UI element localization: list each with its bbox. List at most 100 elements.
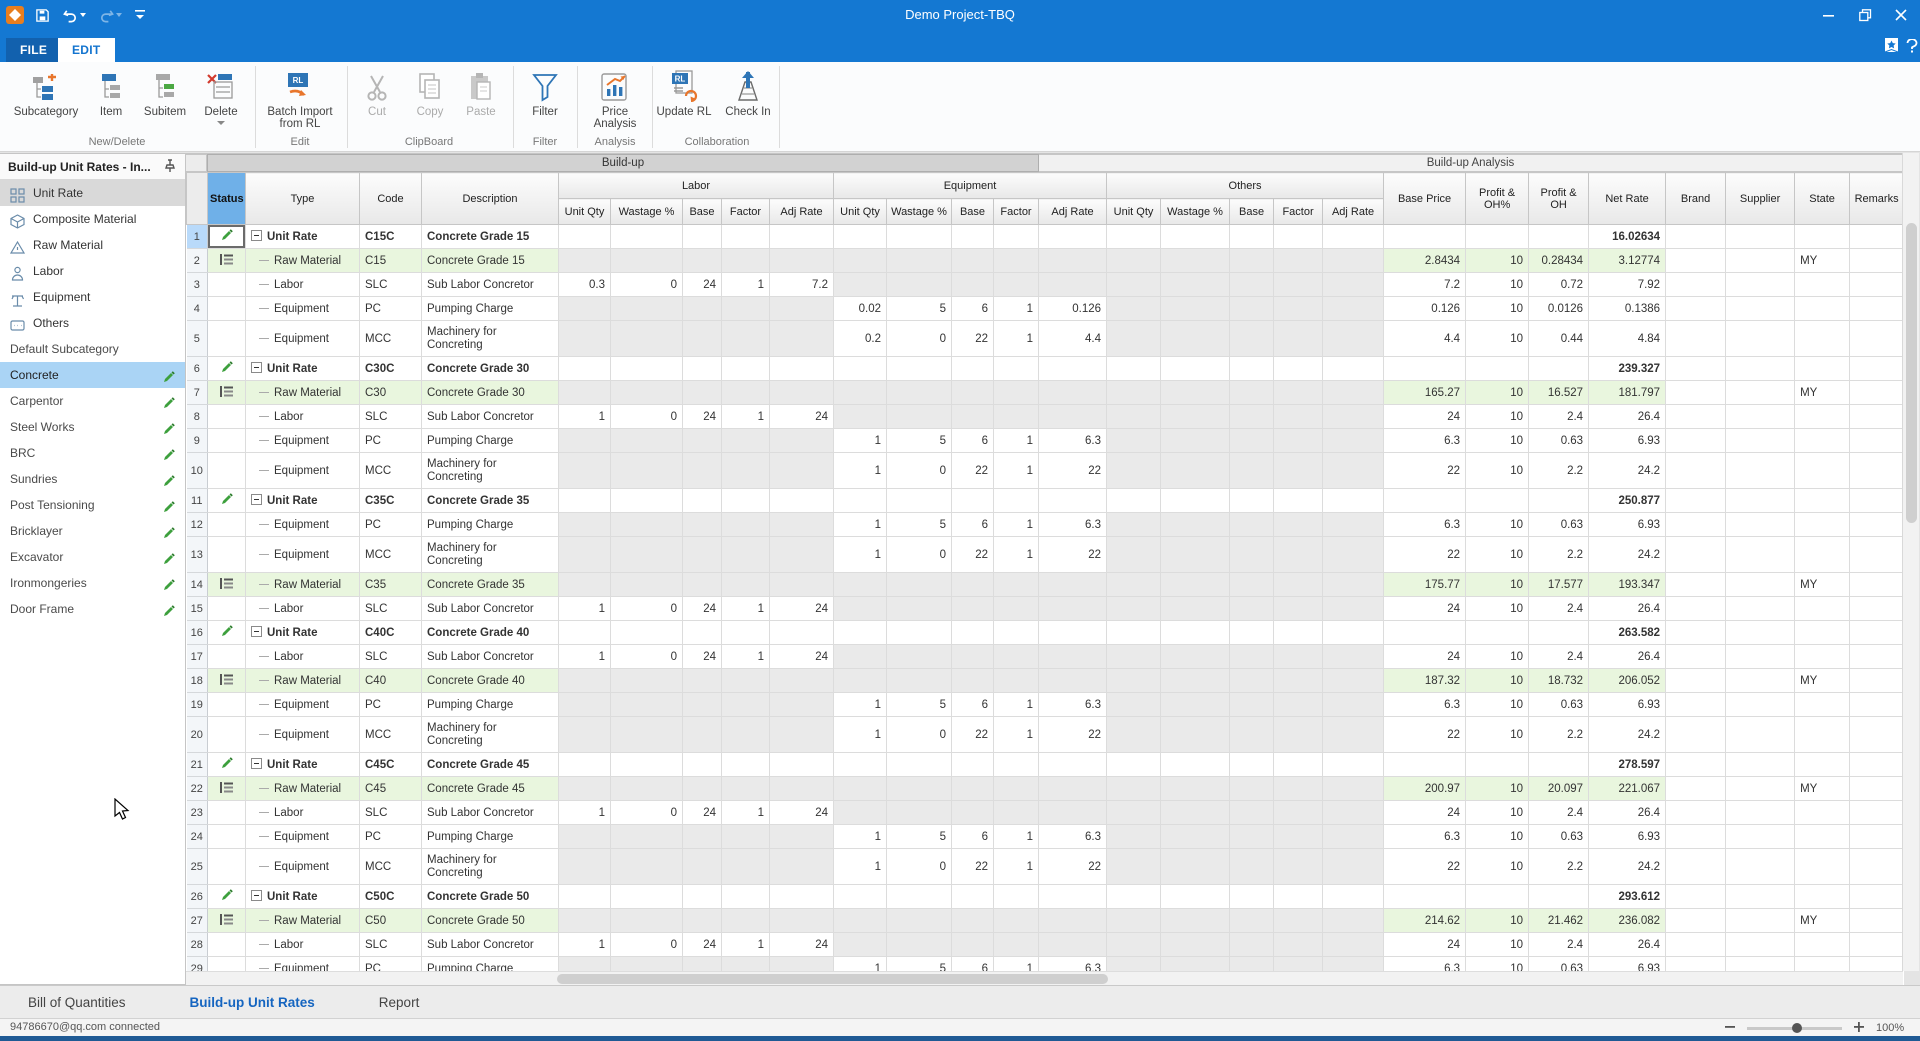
sub-header-wastage-[interactable]: Wastage % [887, 199, 952, 225]
remarks-cell[interactable] [1850, 405, 1903, 429]
state-cell[interactable] [1795, 489, 1850, 513]
profit-oh-cell[interactable]: 0.28434 [1529, 249, 1589, 273]
code-cell[interactable]: C30 [360, 381, 422, 405]
equip-unit-qty-cell[interactable] [834, 645, 887, 669]
state-cell[interactable] [1795, 429, 1850, 453]
equip-unit-qty-cell[interactable] [834, 597, 887, 621]
equip-base-cell[interactable] [952, 597, 994, 621]
net-rate-cell[interactable]: 0.1386 [1589, 297, 1666, 321]
equip-factor-cell[interactable]: 1 [994, 429, 1039, 453]
subcategory-button[interactable]: Subcategory [4, 66, 88, 118]
labor-unit-qty-cell[interactable] [559, 537, 611, 573]
remarks-cell[interactable] [1850, 513, 1903, 537]
labor-wastage-cell[interactable]: 0 [611, 801, 683, 825]
others-unit-qty-cell[interactable] [1107, 669, 1161, 693]
equip-adj-rate-cell[interactable]: 22 [1039, 453, 1107, 489]
remarks-cell[interactable] [1850, 909, 1903, 933]
labor-unit-qty-cell[interactable] [559, 249, 611, 273]
edit-pencil-icon[interactable] [162, 393, 177, 408]
profit-oh-pct-cell[interactable]: 10 [1466, 693, 1529, 717]
base-price-cell[interactable]: 6.3 [1384, 957, 1466, 973]
others-factor-cell[interactable] [1274, 513, 1323, 537]
row-number[interactable]: 27 [187, 909, 208, 933]
brand-cell[interactable] [1666, 273, 1726, 297]
labor-base-cell[interactable] [683, 453, 722, 489]
type-cell[interactable]: Labor [246, 405, 360, 429]
supplier-cell[interactable] [1726, 825, 1795, 849]
net-rate-cell[interactable]: 26.4 [1589, 645, 1666, 669]
equip-factor-cell[interactable]: 1 [994, 537, 1039, 573]
profit-oh-pct-cell[interactable] [1466, 225, 1529, 249]
others-factor-cell[interactable] [1274, 597, 1323, 621]
net-rate-cell[interactable]: 26.4 [1589, 801, 1666, 825]
others-adj-rate-cell[interactable] [1323, 777, 1384, 801]
description-cell[interactable]: Concrete Grade 35 [422, 489, 559, 513]
others-wastage-cell[interactable] [1161, 597, 1230, 621]
subcategory-item[interactable]: Steel Works [0, 414, 185, 440]
others-factor-cell[interactable] [1274, 573, 1323, 597]
others-adj-rate-cell[interactable] [1323, 429, 1384, 453]
row-number[interactable]: 8 [187, 405, 208, 429]
profit-oh-cell[interactable]: 20.097 [1529, 777, 1589, 801]
remarks-cell[interactable] [1850, 489, 1903, 513]
equip-wastage-cell[interactable]: 5 [887, 429, 952, 453]
labor-wastage-cell[interactable] [611, 717, 683, 753]
others-factor-cell[interactable] [1274, 669, 1323, 693]
status-cell[interactable] [208, 597, 246, 621]
others-wastage-cell[interactable] [1161, 537, 1230, 573]
equip-adj-rate-cell[interactable] [1039, 933, 1107, 957]
labor-unit-qty-cell[interactable] [559, 669, 611, 693]
labor-wastage-cell[interactable] [611, 909, 683, 933]
profit-oh-cell[interactable]: 0.63 [1529, 429, 1589, 453]
equip-factor-cell[interactable]: 1 [994, 321, 1039, 357]
labor-adj-rate-cell[interactable]: 7.2 [770, 273, 834, 297]
others-unit-qty-cell[interactable] [1107, 321, 1161, 357]
labor-adj-rate-cell[interactable]: 24 [770, 405, 834, 429]
labor-adj-rate-cell[interactable] [770, 885, 834, 909]
description-cell[interactable]: Machinery for Concreting [422, 453, 559, 489]
equip-adj-rate-cell[interactable] [1039, 645, 1107, 669]
type-cell[interactable]: Equipment [246, 849, 360, 885]
others-unit-qty-cell[interactable] [1107, 537, 1161, 573]
base-price-cell[interactable]: 6.3 [1384, 693, 1466, 717]
description-cell[interactable]: Sub Labor Concretor [422, 405, 559, 429]
profit-oh-pct-cell[interactable] [1466, 885, 1529, 909]
others-base-cell[interactable] [1230, 489, 1274, 513]
others-adj-rate-cell[interactable] [1323, 801, 1384, 825]
equip-wastage-cell[interactable]: 0 [887, 537, 952, 573]
labor-unit-qty-cell[interactable]: 1 [559, 801, 611, 825]
net-rate-cell[interactable]: 181.797 [1589, 381, 1666, 405]
subcategory-item[interactable]: Sundries [0, 466, 185, 492]
status-cell[interactable] [208, 753, 246, 777]
batch-import-button[interactable]: RL Batch Import from RL [260, 66, 340, 130]
others-base-cell[interactable] [1230, 957, 1274, 973]
others-factor-cell[interactable] [1274, 453, 1323, 489]
horizontal-scrollbar-thumb[interactable] [557, 974, 1108, 984]
supplier-cell[interactable] [1726, 249, 1795, 273]
labor-factor-cell[interactable]: 1 [722, 273, 770, 297]
labor-factor-cell[interactable] [722, 513, 770, 537]
type-cell[interactable]: Unit Rate [246, 489, 360, 513]
others-factor-cell[interactable] [1274, 957, 1323, 973]
base-price-cell[interactable]: 6.3 [1384, 513, 1466, 537]
labor-wastage-cell[interactable] [611, 753, 683, 777]
equip-wastage-cell[interactable]: 0 [887, 321, 952, 357]
labor-unit-qty-cell[interactable] [559, 297, 611, 321]
brand-cell[interactable] [1666, 957, 1726, 973]
equip-base-cell[interactable] [952, 225, 994, 249]
others-factor-cell[interactable] [1274, 849, 1323, 885]
status-cell[interactable] [208, 645, 246, 669]
profit-oh-cell[interactable]: 0.0126 [1529, 297, 1589, 321]
profit-oh-cell[interactable]: 2.4 [1529, 405, 1589, 429]
equip-factor-cell[interactable] [994, 225, 1039, 249]
base-price-cell[interactable]: 22 [1384, 849, 1466, 885]
equip-wastage-cell[interactable] [887, 405, 952, 429]
subcategory-item[interactable]: Post Tensioning [0, 492, 185, 518]
check-in-button[interactable]: Check In [722, 66, 774, 118]
row-number[interactable]: 23 [187, 801, 208, 825]
labor-base-cell[interactable] [683, 621, 722, 645]
others-unit-qty-cell[interactable] [1107, 357, 1161, 381]
type-cell[interactable]: Labor [246, 273, 360, 297]
tab-report[interactable]: Report [379, 995, 420, 1010]
profit-oh-cell[interactable]: 0.44 [1529, 321, 1589, 357]
